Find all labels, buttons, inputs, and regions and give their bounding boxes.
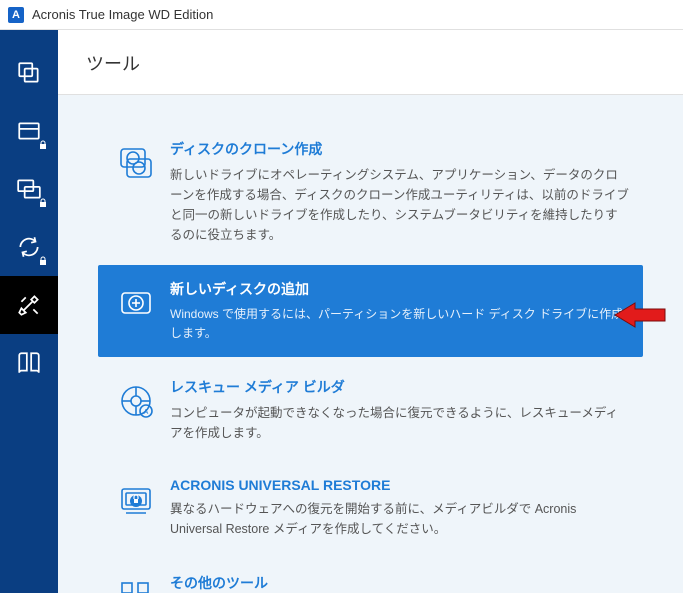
- grid-icon: [116, 577, 156, 593]
- tool-desc: 異なるハードウェアへの復元を開始する前に、メディアビルダで Acronis Un…: [170, 499, 629, 539]
- tool-title: レスキュー メディア ビルダ: [170, 377, 629, 397]
- window-titlebar: A Acronis True Image WD Edition: [0, 0, 683, 30]
- tool-title: 新しいディスクの追加: [170, 279, 629, 299]
- content-area: ツール ディスクのクローン作成 新しいドライブにオペレーティングシステム、アプリ…: [58, 30, 683, 593]
- tool-card-add-new-disk[interactable]: 新しいディスクの追加 Windows で使用するには、パーティションを新しいハー…: [98, 265, 643, 357]
- tool-card-other-tools[interactable]: その他のツール: [98, 559, 643, 593]
- sidebar-item-tools[interactable]: [0, 276, 58, 334]
- tool-desc: 新しいドライブにオペレーティングシステム、アプリケーション、データのクローンを作…: [170, 165, 629, 245]
- tool-list: ディスクのクローン作成 新しいドライブにオペレーティングシステム、アプリケーショ…: [58, 95, 683, 593]
- tool-card-rescue-media[interactable]: A レスキュー メディア ビルダ コンピュータが起動できなくなった場合に復元でき…: [98, 363, 643, 457]
- lock-icon: [38, 256, 48, 266]
- tool-title: ディスクのクローン作成: [170, 139, 629, 159]
- disk-clone-icon: [116, 143, 156, 183]
- tool-desc: Windows で使用するには、パーティションを新しいハード ディスク ドライブ…: [170, 305, 629, 343]
- tool-title: ACRONIS UNIVERSAL RESTORE: [170, 477, 629, 493]
- sidebar-item-archive[interactable]: [0, 102, 58, 160]
- tool-card-universal-restore[interactable]: ACRONIS UNIVERSAL RESTORE 異なるハードウェアへの復元を…: [98, 463, 643, 553]
- tool-card-clone-disk[interactable]: ディスクのクローン作成 新しいドライブにオペレーティングシステム、アプリケーショ…: [98, 125, 643, 259]
- app-icon: A: [8, 7, 24, 23]
- rescue-icon: A: [116, 381, 156, 421]
- svg-text:A: A: [144, 409, 149, 416]
- sidebar-item-backup[interactable]: [0, 44, 58, 102]
- lock-icon: [38, 140, 48, 150]
- tools-icon: [16, 292, 42, 318]
- lock-icon: [38, 198, 48, 208]
- book-icon: [16, 350, 42, 376]
- restore-icon: [116, 481, 156, 521]
- tool-desc: コンピュータが起動できなくなった場合に復元できるように、レスキューメディアを作成…: [170, 403, 629, 443]
- sidebar-item-clone[interactable]: [0, 160, 58, 218]
- window-title: Acronis True Image WD Edition: [32, 7, 213, 22]
- tool-title: その他のツール: [170, 573, 629, 593]
- sidebar-item-sync[interactable]: [0, 218, 58, 276]
- backup-icon: [16, 60, 42, 86]
- add-disk-icon: [116, 283, 156, 323]
- sidebar: [0, 30, 58, 593]
- sidebar-item-help[interactable]: [0, 334, 58, 392]
- page-title: ツール: [58, 30, 683, 95]
